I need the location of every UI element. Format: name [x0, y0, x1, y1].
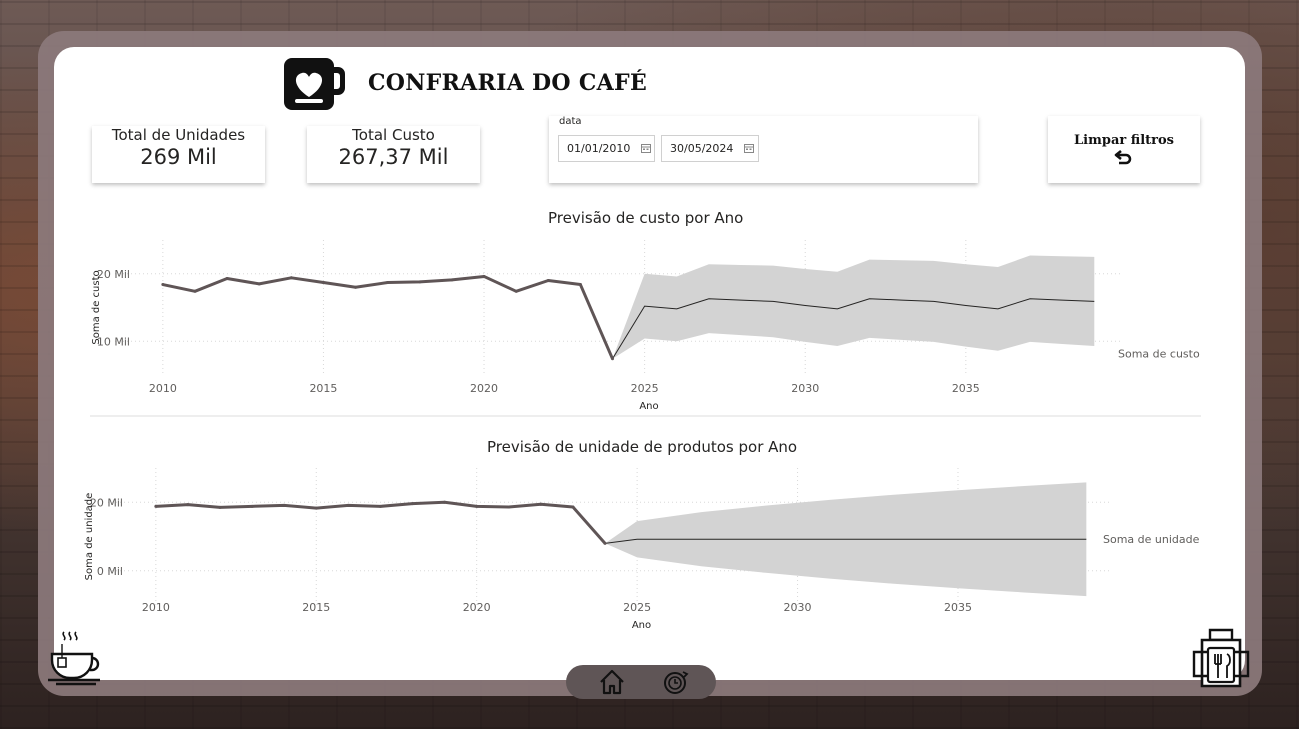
data-point: [218, 505, 222, 509]
home-icon: [600, 669, 624, 695]
units-chart-title: Previsão de unidade de produtos por Ano: [487, 438, 798, 456]
clear-filters-label: Limpar filtros: [1074, 133, 1174, 148]
units-forecast-chart: 2010 2015 2020 2025 2030 20350 Mil20 MilSoma …: [84, 468, 1200, 631]
data-point: [354, 285, 358, 289]
data-point: [450, 278, 454, 282]
x-tick-label: 2020: [463, 601, 491, 614]
series-label: Soma de custo: [1118, 347, 1200, 360]
end-date-input[interactable]: 30/05/2024: [661, 135, 759, 162]
page-title: CONFRARIA DO CAFÉ: [368, 70, 648, 96]
series-label: Soma de unidade: [1103, 533, 1200, 546]
food-basket-icon: [1190, 626, 1252, 694]
x-tick-label: 2015: [309, 382, 337, 395]
x-tick-label: 2010: [149, 382, 177, 395]
data-point: [386, 281, 390, 285]
start-date-input[interactable]: 01/01/2010: [558, 135, 655, 162]
kpi-value: 269 Mil: [140, 145, 217, 169]
clear-filters-button[interactable]: Limpar filtros: [1048, 116, 1200, 183]
data-point: [250, 504, 254, 508]
data-point: [161, 283, 165, 287]
kpi-label: Total de Unidades: [111, 126, 246, 144]
home-button[interactable]: [597, 667, 627, 697]
data-point: [418, 280, 422, 284]
x-tick-label: 2020: [470, 382, 498, 395]
data-point: [186, 503, 190, 507]
data-point: [507, 505, 511, 509]
data-point: [611, 357, 615, 361]
data-point: [571, 505, 575, 509]
clock-refresh-icon: [664, 671, 689, 694]
data-point: [539, 502, 543, 506]
end-date-value: 30/05/2024: [670, 142, 734, 155]
calendar-icon[interactable]: [641, 143, 651, 153]
x-tick-label: 2025: [631, 382, 659, 395]
calendar-icon[interactable]: [744, 143, 754, 153]
chart-divider: [90, 415, 1201, 417]
data-point: [475, 504, 479, 508]
data-point: [443, 500, 447, 504]
data-point: [154, 504, 158, 508]
data-point: [378, 504, 382, 508]
forecast-confidence-band: [612, 255, 1095, 359]
data-point: [578, 283, 582, 287]
data-point: [193, 289, 197, 293]
x-tick-label: 2025: [623, 601, 651, 614]
y-tick-label: 0 Mil: [97, 565, 123, 578]
data-point: [482, 274, 486, 278]
kpi-card-cost: Total Custo 267,37 Mil: [307, 126, 480, 183]
data-point: [225, 276, 229, 280]
data-point: [346, 503, 350, 507]
kpi-label: Total Custo: [352, 126, 435, 144]
x-tick-label: 2035: [944, 601, 972, 614]
data-point: [411, 502, 415, 506]
data-point: [603, 541, 607, 545]
data-point: [321, 281, 325, 285]
x-tick-label: 2030: [791, 382, 819, 395]
data-point: [257, 282, 261, 286]
kpi-card-units: Total de Unidades 269 Mil: [92, 126, 265, 183]
series-line: [155, 500, 607, 545]
x-tick-label: 2035: [952, 382, 980, 395]
bottom-navigation: [566, 665, 716, 699]
y-axis-title: Soma de unidade: [84, 493, 95, 581]
kpi-value: 267,37 Mil: [338, 145, 449, 169]
data-point: [514, 289, 518, 293]
cost-forecast-chart: 2010 2015 2020 2025 2030 203510 Mil20 MilSoma…: [91, 240, 1200, 412]
undo-arrow-icon: [1048, 149, 1200, 169]
data-point: [289, 276, 293, 280]
y-axis-title: Soma de custo: [91, 270, 102, 344]
x-tick-label: 2010: [142, 601, 170, 614]
series-line: [162, 274, 614, 360]
x-tick-label: 2030: [784, 601, 812, 614]
cost-chart-title: Previsão de custo por Ano: [548, 209, 744, 227]
coffee-cup-icon: [46, 628, 106, 692]
x-tick-label: 2015: [302, 601, 330, 614]
forecast-page-button[interactable]: [661, 667, 691, 697]
date-slicer-label: data: [559, 116, 582, 127]
x-axis-title: Ano: [632, 620, 651, 631]
x-axis-title: Ano: [639, 401, 658, 412]
data-point: [546, 279, 550, 282]
data-point: [314, 506, 318, 510]
heart-mug-icon: [283, 57, 345, 111]
start-date-value: 01/01/2010: [567, 142, 631, 155]
date-range-slicer: data 01/01/2010 30/05/2024: [549, 116, 978, 183]
data-point: [282, 503, 286, 507]
